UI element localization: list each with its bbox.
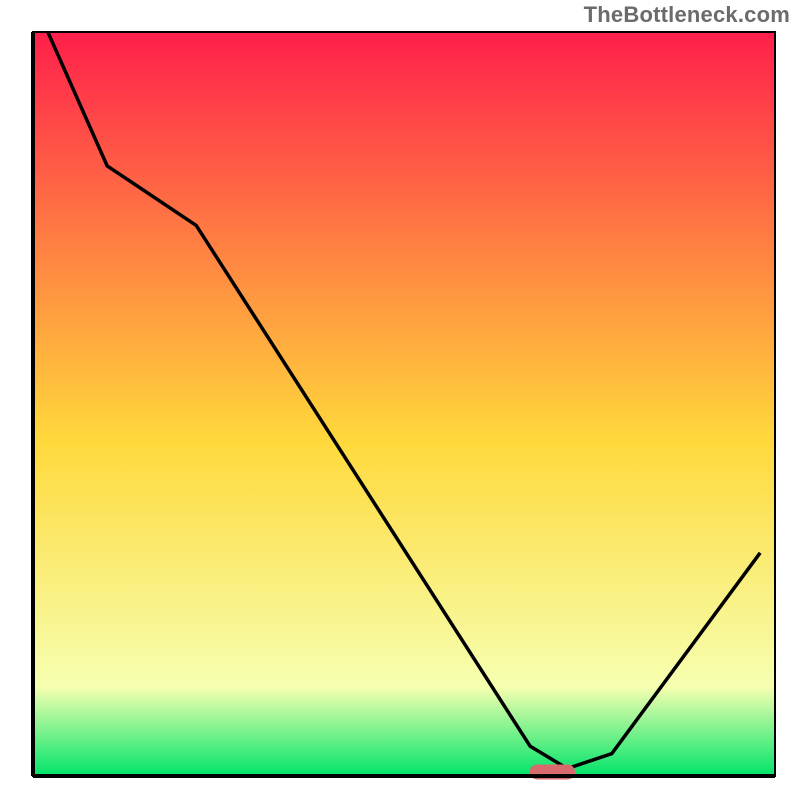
plot-background — [33, 32, 775, 776]
chart-svg — [0, 0, 800, 800]
chart-stage: TheBottleneck.com — [0, 0, 800, 800]
